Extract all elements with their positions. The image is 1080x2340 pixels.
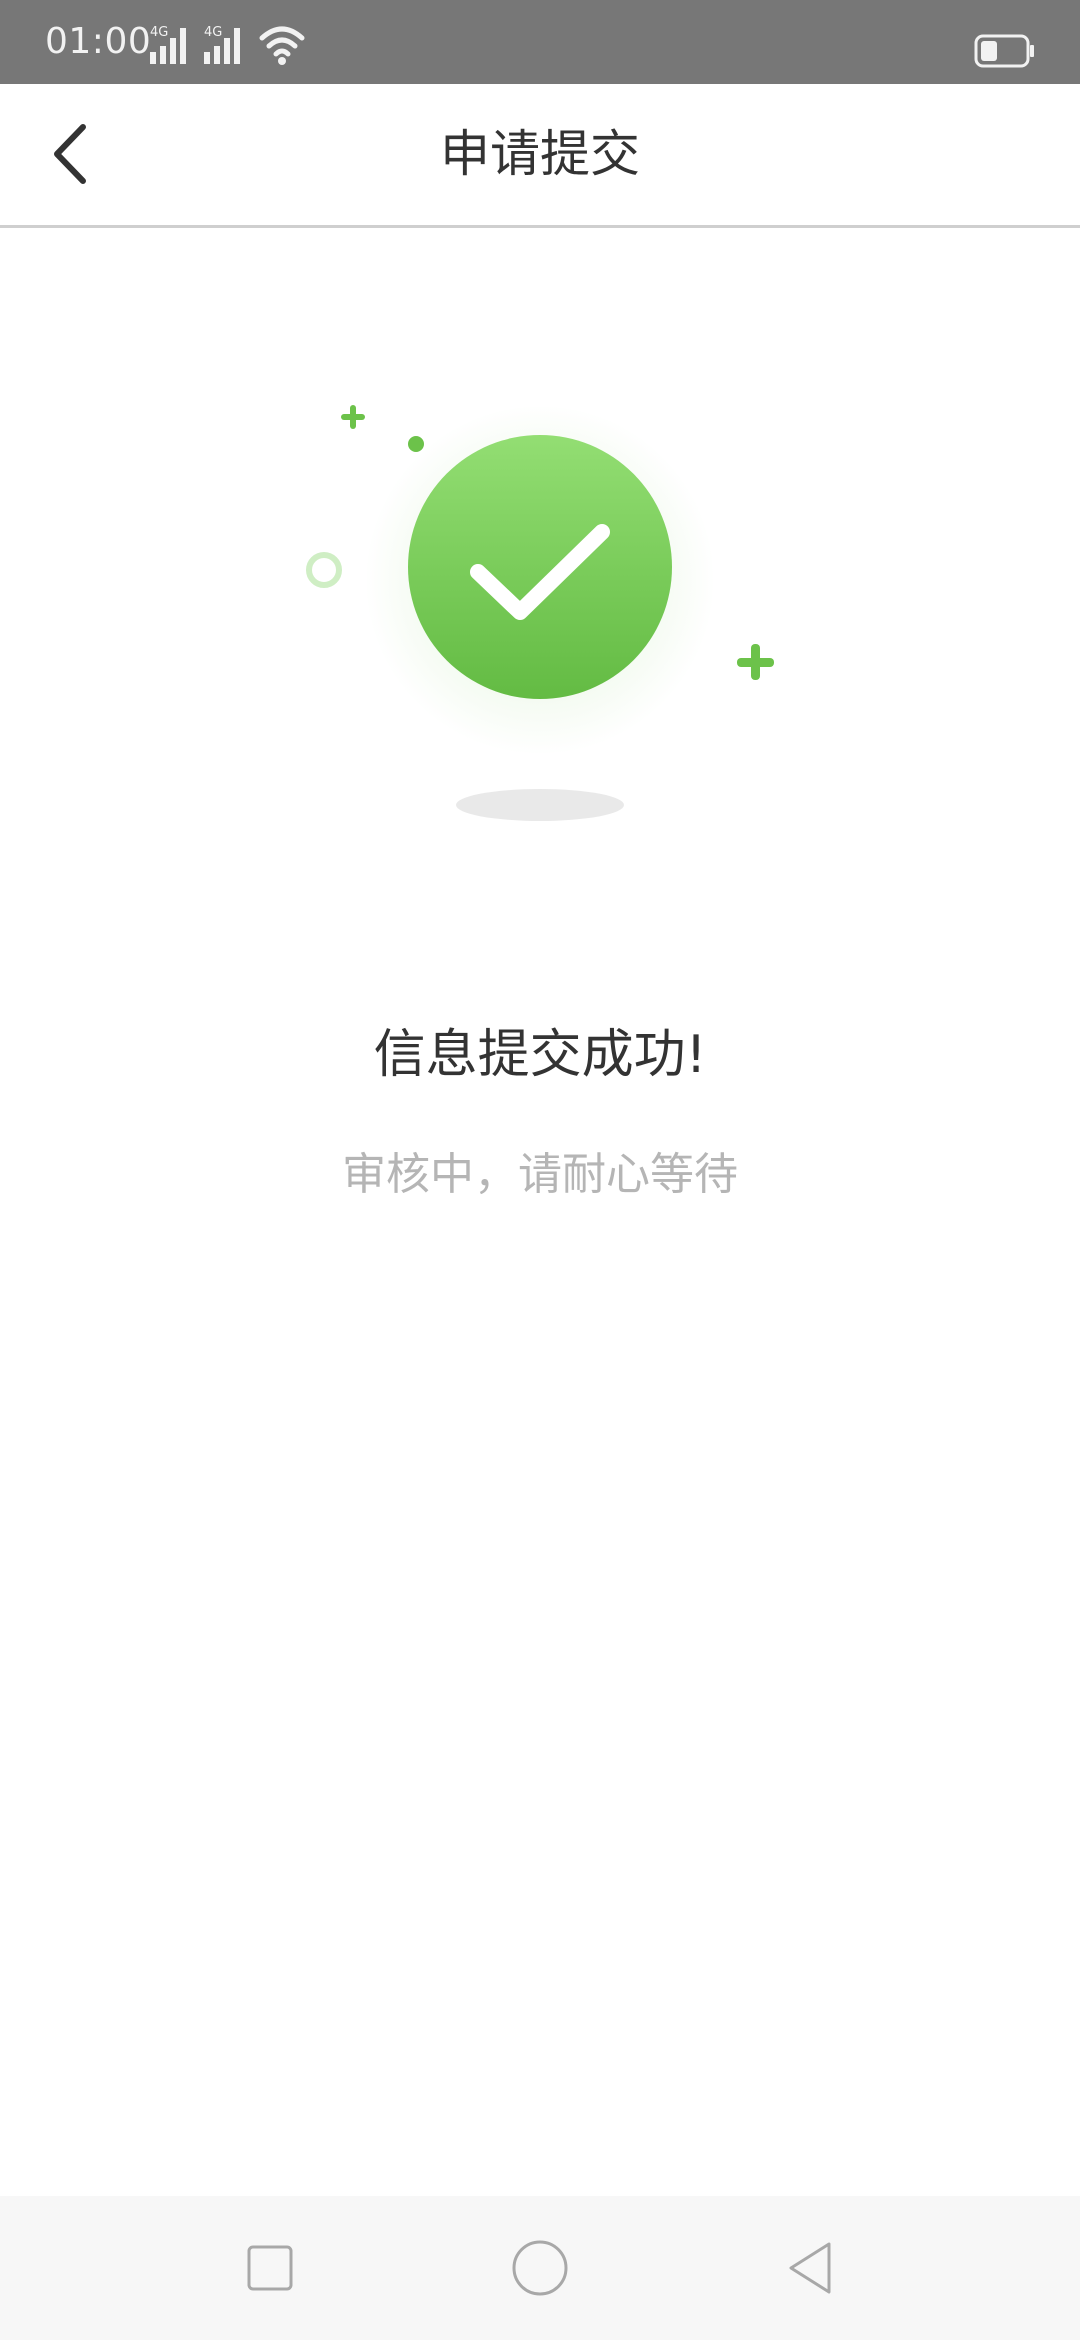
triangle-back-icon: [789, 2242, 831, 2294]
dot-icon: [408, 436, 424, 452]
success-subtitle: 审核中，请耐心等待: [342, 1149, 738, 1200]
screen: 01:00 4G 4G 申请提交 信息提交成功! 审核中，请耐心等待: [0, 0, 1080, 2340]
check-circle-icon: [408, 435, 672, 699]
page-title: 申请提交: [440, 125, 640, 183]
success-illustration: [306, 405, 774, 821]
signal-icon: 4G: [150, 25, 186, 64]
signal-icon: 4G: [204, 25, 240, 64]
plus-icon: [737, 644, 774, 680]
chevron-left-icon: [54, 124, 86, 184]
plus-icon: [341, 405, 365, 429]
system-back-button[interactable]: [760, 2218, 860, 2318]
wifi-icon: [259, 26, 305, 65]
circle-icon: [512, 2240, 568, 2296]
status-time: 01:00: [45, 21, 152, 62]
square-icon: [247, 2245, 293, 2291]
recent-apps-button[interactable]: [220, 2218, 320, 2318]
svg-text:4G: 4G: [150, 25, 168, 40]
title-bar: 申请提交: [0, 84, 1080, 228]
success-title: 信息提交成功!: [373, 1025, 707, 1085]
shadow-ellipse: [456, 789, 624, 821]
battery-icon: [974, 34, 1034, 68]
svg-text:4G: 4G: [204, 25, 222, 40]
back-button[interactable]: [30, 114, 110, 194]
nav-bar: [0, 2196, 1080, 2340]
home-button[interactable]: [490, 2218, 590, 2318]
ring-icon: [306, 552, 342, 588]
status-bar: 01:00 4G 4G: [0, 0, 1080, 84]
